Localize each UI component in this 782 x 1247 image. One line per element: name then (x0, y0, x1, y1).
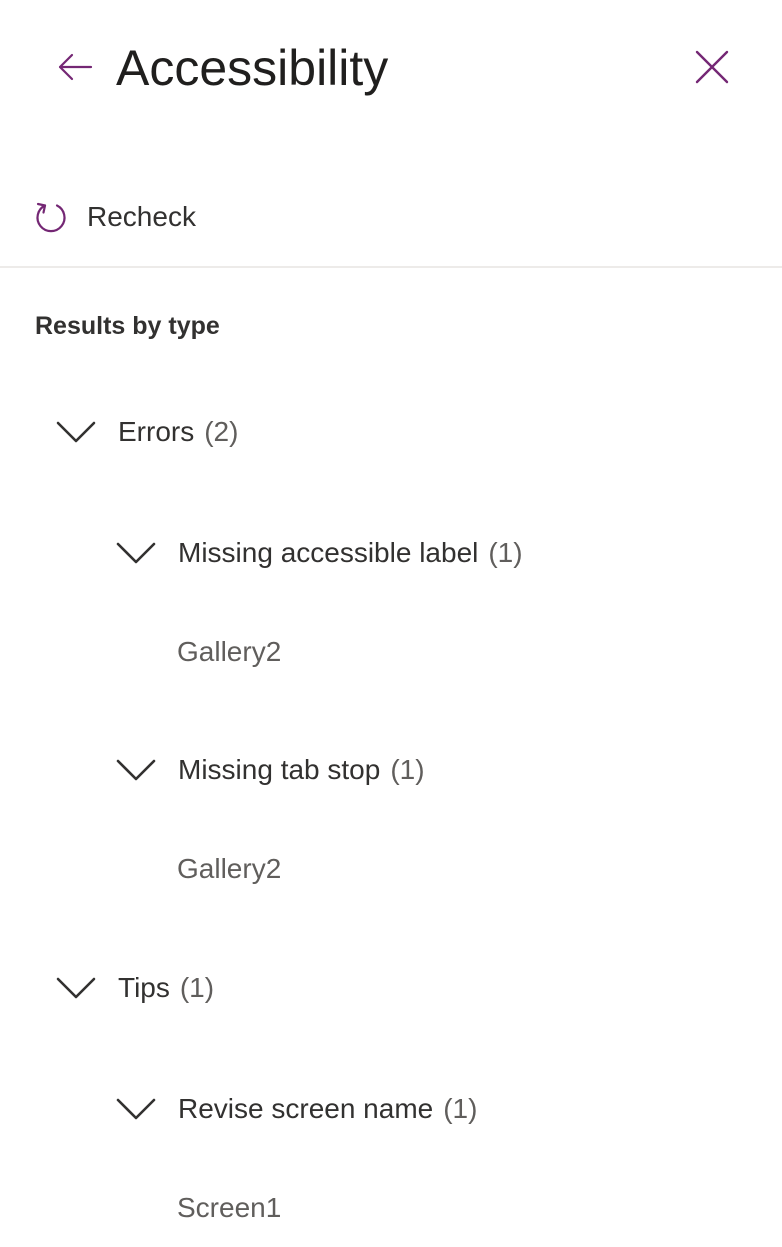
refresh-icon (34, 200, 68, 234)
issue-row-missing-accessible-label[interactable]: Missing accessible label (1) (115, 523, 523, 583)
recheck-button[interactable]: Recheck (34, 192, 196, 242)
back-button[interactable] (50, 42, 100, 92)
issue-count: (1) (443, 1093, 478, 1124)
panel-title: Accessibility (116, 40, 389, 96)
divider (0, 266, 782, 268)
group-count: (2) (204, 416, 239, 447)
group-row-errors[interactable]: Errors (2) (55, 402, 238, 462)
issue-count: (1) (390, 754, 425, 785)
result-item[interactable]: Gallery2 (177, 839, 281, 899)
issue-row-missing-tab-stop[interactable]: Missing tab stop (1) (115, 740, 425, 800)
issue-count: (1) (488, 537, 523, 568)
close-button[interactable] (686, 42, 738, 92)
chevron-down-icon (55, 417, 97, 447)
results-heading: Results by type (35, 312, 220, 340)
result-item[interactable]: Gallery2 (177, 622, 281, 682)
group-label: Tips (118, 972, 170, 1003)
issue-label: Missing tab stop (178, 754, 381, 785)
chevron-down-icon (115, 755, 157, 785)
result-item[interactable]: Screen1 (177, 1178, 281, 1238)
group-row-tips[interactable]: Tips (1) (55, 958, 214, 1018)
issue-row-revise-screen-name[interactable]: Revise screen name (1) (115, 1079, 477, 1139)
arrow-left-icon (58, 53, 93, 81)
issue-label: Revise screen name (178, 1093, 434, 1124)
group-count: (1) (179, 972, 215, 1003)
close-icon (695, 50, 729, 84)
group-label: Errors (118, 416, 195, 447)
recheck-label: Recheck (87, 201, 196, 232)
chevron-down-icon (115, 538, 157, 568)
issue-label: Missing accessible label (178, 537, 479, 568)
chevron-down-icon (115, 1094, 157, 1124)
chevron-down-icon (55, 973, 97, 1003)
